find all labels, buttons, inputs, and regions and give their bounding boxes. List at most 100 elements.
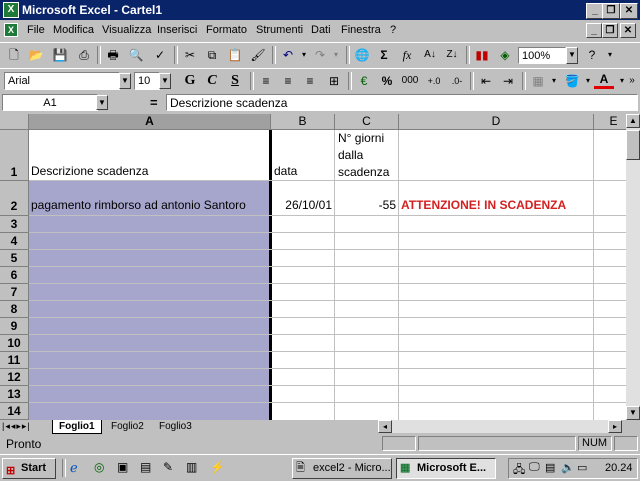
doc-minimize-button[interactable]: _ [586, 23, 602, 38]
print-preview-icon[interactable]: ⎙ [74, 46, 94, 64]
merge-center-icon[interactable]: ⊞ [324, 72, 344, 90]
redo-dropdown-icon[interactable]: ▾ [326, 46, 346, 64]
scroll-up-icon[interactable]: ▲ [626, 114, 640, 128]
doc-restore-button[interactable]: ❐ [602, 23, 618, 38]
tray-network-icon[interactable]: 🖧 [513, 461, 525, 480]
font-name-box[interactable]: Arial [4, 72, 120, 90]
decrease-decimal-icon[interactable]: .0- [447, 72, 467, 90]
tab-foglio3[interactable]: Foglio3 [156, 420, 195, 433]
quicklaunch-extra-icon[interactable]: ⚡ [210, 460, 225, 474]
cell-c2[interactable]: -55 [336, 198, 396, 212]
cell-d2[interactable]: ATTENZIONE! IN SCADENZA [401, 198, 566, 212]
cell-b1[interactable]: data [274, 164, 297, 178]
quicklaunch-icon[interactable]: ▥ [186, 460, 197, 474]
row-header-1[interactable]: 1 [0, 130, 29, 181]
cell-a2[interactable]: pagamento rimborso ad antonio Santoro [31, 198, 246, 212]
preview-icon[interactable]: 🔍 [126, 46, 146, 64]
formula-equals[interactable]: = [150, 95, 158, 110]
cut-icon[interactable]: ✂ [180, 46, 200, 64]
borders-dropdown-icon[interactable]: ▾ [544, 72, 564, 90]
maximize-button[interactable]: ❐ [602, 3, 620, 19]
doc-close-button[interactable]: ✕ [620, 23, 636, 38]
menu-visualizza[interactable]: Visualizza [102, 24, 151, 36]
tray-task-icon[interactable]: ▤ [545, 461, 555, 474]
decrease-indent-icon[interactable]: ⇤ [476, 72, 496, 90]
menu-finestra[interactable]: Finestra [341, 24, 381, 36]
row-header-4[interactable]: 4 [0, 233, 29, 250]
clock[interactable]: 20.24 [605, 462, 633, 474]
name-box-dropdown-icon[interactable]: ▼ [96, 95, 108, 110]
column-header-e[interactable]: E [594, 114, 626, 130]
align-right-icon[interactable]: ≡ [300, 72, 320, 90]
drawing-icon[interactable]: ◈ [495, 46, 515, 64]
size-dropdown-icon[interactable]: ▼ [159, 73, 171, 89]
font-dropdown-icon[interactable]: ▼ [119, 73, 131, 89]
tab-foglio2[interactable]: Foglio2 [108, 420, 147, 433]
print-icon[interactable]: 🖶 [103, 46, 123, 64]
column-header-c[interactable]: C [335, 114, 399, 130]
name-box[interactable]: A1 [2, 94, 98, 111]
tray-monitor-icon[interactable]: 🖵 [529, 461, 540, 474]
chart-wizard-icon[interactable]: ▮▮ [472, 46, 492, 64]
zoom-box[interactable]: 100% [518, 47, 566, 64]
column-header-d[interactable]: D [399, 114, 594, 130]
office-assistant-icon[interactable]: ? [582, 46, 602, 64]
column-header-a[interactable]: A [29, 114, 271, 130]
cell-b2[interactable]: 26/10/01 [272, 198, 332, 212]
row-header-7[interactable]: 7 [0, 284, 29, 301]
toolbar-options-icon[interactable]: ▾ [600, 46, 620, 64]
sort-descending-icon[interactable]: Z↓ [442, 46, 462, 64]
thousands-button[interactable]: 000 [400, 72, 420, 90]
workbook-icon[interactable]: X [4, 23, 18, 37]
row-header-6[interactable]: 6 [0, 267, 29, 284]
increase-decimal-icon[interactable]: +.0 [424, 72, 444, 90]
cell-a1[interactable]: Descrizione scadenza [31, 164, 148, 178]
tray-device-icon[interactable]: ▭ [577, 461, 587, 474]
internet-explorer-icon[interactable]: ℯ [70, 460, 78, 476]
row-header-2[interactable]: 2 [0, 181, 29, 216]
task-excel2[interactable]: 🗎 excel2 - Micro... [292, 458, 392, 479]
more-buttons-icon[interactable]: » [626, 72, 638, 90]
menu-inserisci[interactable]: Inserisci [157, 24, 197, 36]
open-icon[interactable]: 📂 [26, 46, 46, 64]
font-color-icon[interactable]: A [594, 72, 614, 89]
select-all-corner[interactable] [0, 114, 29, 130]
tab-scroll-icons[interactable]: |◂◂▸▸| [2, 421, 31, 432]
currency-icon[interactable]: € [354, 72, 374, 90]
tray-volume-icon[interactable]: 🔊 [561, 461, 575, 474]
menu-dati[interactable]: Dati [311, 24, 331, 36]
desktop-icon[interactable]: ▣ [117, 460, 128, 474]
tab-foglio1[interactable]: Foglio1 [52, 420, 102, 434]
new-icon[interactable]: 🗋 [4, 46, 24, 64]
vertical-scrollbar[interactable]: ▲ ▼ [626, 114, 640, 420]
percent-button[interactable]: % [377, 72, 397, 90]
function-icon[interactable]: fx [397, 46, 417, 64]
row-header-9[interactable]: 9 [0, 318, 29, 335]
cell-c1[interactable]: N° giorni dalla scadenza [338, 130, 389, 181]
format-painter-icon[interactable]: 🖌 [248, 46, 268, 64]
increase-indent-icon[interactable]: ⇥ [498, 72, 518, 90]
row-header-8[interactable]: 8 [0, 301, 29, 318]
row-header-5[interactable]: 5 [0, 250, 29, 267]
sort-ascending-icon[interactable]: A↓ [420, 46, 440, 64]
align-center-icon[interactable]: ≡ [278, 72, 298, 90]
start-button[interactable]: ⊞ Start [2, 458, 56, 479]
row-header-11[interactable]: 11 [0, 352, 29, 369]
align-left-icon[interactable]: ≡ [256, 72, 276, 90]
spelling-icon[interactable]: ✓ [150, 46, 170, 64]
row-header-3[interactable]: 3 [0, 216, 29, 233]
save-icon[interactable]: 💾 [50, 46, 70, 64]
hscroll-left-icon[interactable]: ◂ [378, 420, 392, 433]
hyperlink-icon[interactable]: 🌐 [352, 46, 372, 64]
bold-button[interactable]: G [180, 72, 200, 90]
paste-icon[interactable]: 📋 [225, 46, 245, 64]
hscroll-right-icon[interactable]: ▸ [608, 420, 622, 433]
autosum-icon[interactable]: Σ [374, 46, 394, 64]
row-header-14[interactable]: 14 [0, 403, 29, 420]
close-button[interactable]: ✕ [620, 3, 638, 19]
excel-app-icon[interactable]: X [3, 2, 19, 18]
menu-help[interactable]: ? [390, 24, 396, 36]
copy-icon[interactable]: ⧉ [202, 46, 222, 64]
menu-strumenti[interactable]: Strumenti [256, 24, 303, 36]
menu-formato[interactable]: Formato [206, 24, 247, 36]
